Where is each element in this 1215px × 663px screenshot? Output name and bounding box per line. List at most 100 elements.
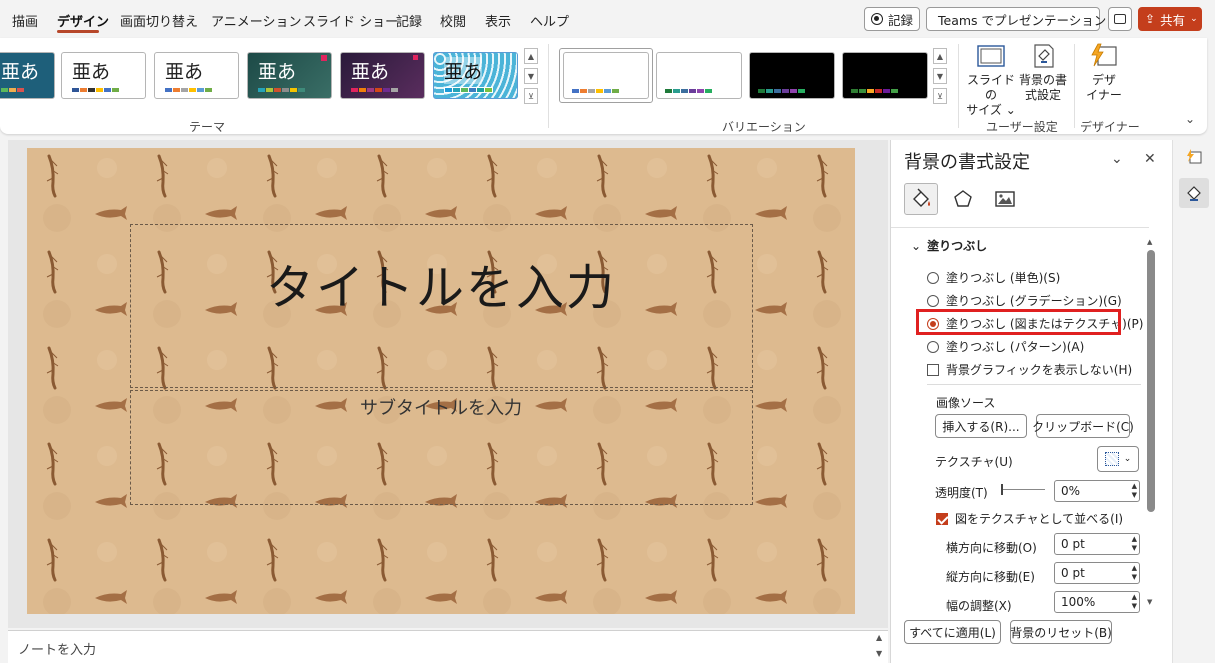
- tile-texture-checkbox[interactable]: [936, 512, 948, 525]
- record-button[interactable]: 記録: [864, 7, 920, 31]
- pane-divider: [891, 227, 1149, 228]
- teams-label: Teams でプレゼンテーション: [938, 12, 1107, 28]
- theme-gallery-up[interactable]: ▲: [524, 48, 538, 64]
- comments-button[interactable]: [1108, 7, 1132, 31]
- menu-design[interactable]: デザイン: [57, 11, 109, 30]
- transparency-slider[interactable]: [1001, 484, 1045, 495]
- fill-pattern-option[interactable]: 塗りつぶし (パターン)(A): [927, 338, 1084, 355]
- section-fill-header[interactable]: ⌄ 塗りつぶし: [911, 237, 987, 254]
- pane-scrollbar[interactable]: ▲ ▼: [1146, 238, 1156, 610]
- theme-thumb-pattern[interactable]: 亜あ: [433, 52, 518, 99]
- notes-scroll-up[interactable]: ▲: [876, 633, 882, 642]
- spin-arrows-icon[interactable]: ▲ ▼: [1132, 593, 1137, 611]
- scale-x-label: 幅の調整(X): [946, 599, 1012, 613]
- hide-bg-graphics-option[interactable]: 背景グラフィックを表示しない(H): [927, 361, 1132, 378]
- slide-size-button[interactable]: スライドの サイズ ⌄: [966, 42, 1016, 118]
- record-icon: [871, 13, 883, 25]
- tab-fill[interactable]: [904, 183, 938, 215]
- pentagon-icon: [954, 190, 972, 207]
- spin-arrows-icon[interactable]: ▲ ▼: [1132, 482, 1137, 500]
- menu-record[interactable]: 記録: [396, 11, 422, 30]
- theme-gallery-more[interactable]: ⊻: [524, 88, 538, 104]
- group-label-themes: テーマ: [189, 120, 226, 134]
- menu-help[interactable]: ヘルプ: [530, 11, 569, 30]
- pane-close-icon[interactable]: ✕: [1144, 151, 1156, 167]
- hide-bg-graphics-checkbox[interactable]: [927, 363, 939, 376]
- tab-picture[interactable]: [988, 183, 1022, 215]
- apply-to-all-button[interactable]: すべてに適用(L): [904, 620, 1001, 644]
- notes-scroll-down[interactable]: ▼: [876, 649, 882, 658]
- theme-thumb-office[interactable]: 亜あ: [61, 52, 146, 99]
- slide-title-text: タイトルを入力: [265, 260, 616, 316]
- menu-animations[interactable]: アニメーション: [211, 11, 301, 30]
- variation-thumb-3[interactable]: [749, 52, 835, 99]
- scroll-up-icon[interactable]: ▲: [1147, 238, 1152, 246]
- format-background-rail-icon[interactable]: [1179, 178, 1209, 208]
- group-separator: [1074, 44, 1075, 128]
- highlight-annotation: [916, 309, 1121, 335]
- record-label: 記録: [887, 12, 913, 28]
- scrollbar-thumb[interactable]: [1147, 250, 1155, 512]
- notes-pane[interactable]: ノートを入力 ▲ ▼: [8, 630, 888, 663]
- chevron-down-icon: ⌄: [1123, 454, 1132, 464]
- chevron-down-icon: ⌄: [1190, 14, 1198, 24]
- texture-picker[interactable]: ⌄: [1097, 446, 1139, 472]
- designer-button[interactable]: デザ イナー: [1082, 42, 1126, 103]
- picture-icon: [995, 191, 1015, 207]
- theme-thumb-office2[interactable]: 亜あ: [154, 52, 239, 99]
- ribbon: 亜あ 亜あ 亜あ 亜あ 亜あ 亜あ ▲ ▼ ⊻ テーマ ▲ ▼ ⊻ バリエーショ…: [0, 38, 1207, 134]
- variation-thumb-4[interactable]: [842, 52, 928, 99]
- spin-arrows-icon[interactable]: ▲ ▼: [1132, 535, 1137, 553]
- format-background-pane: 背景の書式設定 ⌄ ✕ ⌄ 塗りつぶし 塗りつぶし (単色)(S) 塗りつぶし (…: [890, 140, 1172, 663]
- format-background-button[interactable]: 背景の書 式設定: [1018, 42, 1068, 103]
- offset-x-label: 横方向に移動(O): [946, 541, 1037, 555]
- theme-thumb-1[interactable]: 亜あ: [0, 52, 55, 99]
- scale-x-input[interactable]: 100% ▲ ▼: [1054, 591, 1140, 613]
- tab-effects[interactable]: [946, 183, 980, 215]
- ribbon-collapse-icon[interactable]: ⌄: [1185, 112, 1195, 126]
- insert-picture-button[interactable]: 挿入する(R)...: [935, 414, 1027, 438]
- variation-gallery-up[interactable]: ▲: [933, 48, 947, 64]
- fill-gradient-option[interactable]: 塗りつぶし (グラデーション)(G): [927, 292, 1122, 309]
- theme-thumb-ion[interactable]: 亜あ: [247, 52, 332, 99]
- group-label-customize: ユーザー設定: [986, 120, 1058, 134]
- variation-gallery-down[interactable]: ▼: [933, 68, 947, 84]
- menu-transitions[interactable]: 画面切り替え: [120, 11, 198, 30]
- offset-y-label: 縦方向に移動(E): [946, 570, 1035, 584]
- share-button[interactable]: ⇪ 共有 ⌄: [1138, 7, 1202, 31]
- theme-gallery-down[interactable]: ▼: [524, 68, 538, 84]
- reset-background-button[interactable]: 背景のリセット(B): [1010, 620, 1112, 644]
- slider-handle[interactable]: [1001, 484, 1003, 495]
- pane-subdivider: [927, 384, 1141, 385]
- scroll-down-icon[interactable]: ▼: [1147, 598, 1152, 606]
- offset-y-input[interactable]: 0 pt ▲ ▼: [1054, 562, 1140, 584]
- tile-texture-option[interactable]: 図をテクスチャとして並べる(I): [936, 510, 1123, 527]
- menu-slideshow[interactable]: スライド ショー: [303, 11, 398, 30]
- transparency-input[interactable]: 0% ▲ ▼: [1054, 480, 1140, 502]
- menu-draw[interactable]: 描画: [12, 11, 38, 30]
- spin-arrows-icon[interactable]: ▲ ▼: [1132, 564, 1137, 582]
- paint-bucket-icon: [913, 188, 930, 207]
- comment-icon: [1114, 14, 1126, 24]
- menu-view[interactable]: 表示: [485, 11, 511, 30]
- variation-thumb-1[interactable]: [563, 52, 649, 99]
- notes-placeholder: ノートを入力: [18, 643, 97, 658]
- group-label-variations: バリエーション: [722, 120, 806, 134]
- slide-subtitle-text: サブタイトルを入力: [360, 398, 522, 419]
- radio-pattern[interactable]: [927, 340, 939, 353]
- variation-thumb-2[interactable]: [656, 52, 742, 99]
- theme-thumb-berlin[interactable]: 亜あ: [340, 52, 425, 99]
- fill-solid-option[interactable]: 塗りつぶし (単色)(S): [927, 269, 1060, 286]
- offset-x-input[interactable]: 0 pt ▲ ▼: [1054, 533, 1140, 555]
- designer-rail-icon[interactable]: [1185, 148, 1203, 166]
- slide-canvas[interactable]: タイトルを入力 サブタイトルを入力: [27, 148, 855, 614]
- radio-solid[interactable]: [927, 271, 939, 284]
- radio-gradient[interactable]: [927, 294, 939, 307]
- group-separator: [548, 44, 549, 128]
- pane-options-chevron-icon[interactable]: ⌄: [1111, 151, 1123, 167]
- variation-gallery-more[interactable]: ⊻: [933, 88, 947, 104]
- group-label-designer: デザイナー: [1080, 120, 1140, 134]
- menu-review[interactable]: 校閲: [440, 11, 466, 30]
- clipboard-button[interactable]: クリップボード(C): [1032, 414, 1134, 438]
- present-in-teams-button[interactable]: Teams でプレゼンテーション: [926, 7, 1106, 31]
